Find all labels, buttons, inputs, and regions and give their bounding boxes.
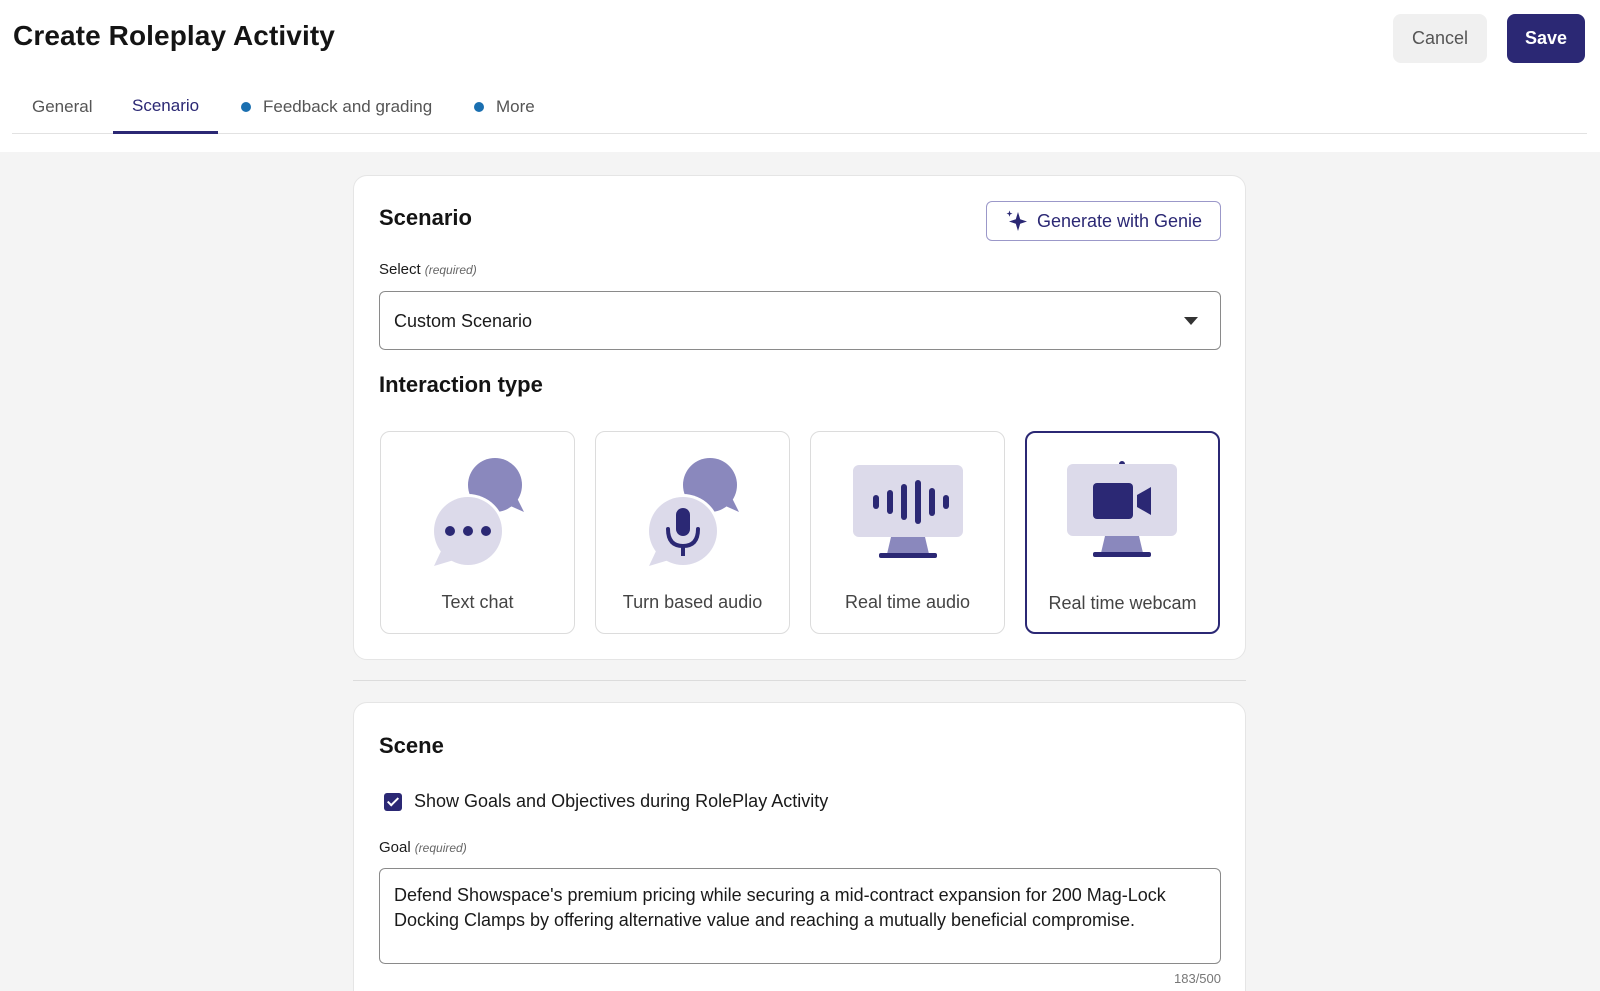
scenario-select[interactable]: Custom Scenario [379, 291, 1221, 350]
checkbox-label: Show Goals and Objectives during RolePla… [414, 791, 829, 811]
status-dot-icon [474, 102, 484, 112]
scene-heading: Scene [379, 733, 444, 758]
interaction-type-heading: Interaction type [379, 372, 543, 397]
select-label-text: Select [379, 261, 421, 278]
interaction-type-label: Real time audio [844, 592, 971, 612]
scenario-heading: Scenario [379, 205, 472, 230]
scene-card: Scene Show Goals and Objectives during R… [353, 702, 1246, 991]
chat-bubbles-icon [431, 458, 524, 566]
interaction-type-turn-based-audio[interactable]: Turn based audio [595, 431, 790, 634]
page-header: Create Roleplay Activity Cancel Save Gen… [0, 0, 1600, 152]
tab-label: More [496, 97, 535, 116]
tab-more[interactable]: More [474, 80, 535, 134]
show-goals-checkbox-row[interactable]: Show Goals and Objectives during RolePla… [384, 791, 828, 812]
genie-label: Generate with Genie [1036, 210, 1203, 231]
tab-general[interactable]: General [32, 80, 92, 134]
section-divider [353, 680, 1246, 681]
interaction-type-real-time-webcam[interactable]: Real time webcam [1025, 431, 1220, 634]
scenario-card: Scenario Generate with Genie Select (requ… [353, 175, 1246, 660]
tab-bar: General Scenario Feedback and grading Mo… [12, 80, 1587, 134]
monitor-webcam-icon [1067, 461, 1177, 557]
required-marker: (required) [424, 263, 477, 277]
tab-scenario[interactable]: Scenario [113, 80, 219, 134]
select-label: Select (required) [379, 261, 477, 278]
interaction-type-label: Real time webcam [1048, 593, 1197, 613]
goal-textarea[interactable]: Defend Showspace's premium pricing while… [379, 868, 1221, 964]
monitor-soundwave-icon [853, 465, 963, 558]
save-button[interactable]: Save [1507, 14, 1585, 63]
goal-label: Goal (required) [379, 839, 467, 856]
tab-feedback-and-grading[interactable]: Feedback and grading [241, 80, 432, 134]
goal-label-text: Goal [379, 839, 411, 856]
tab-label: Scenario [132, 95, 200, 115]
generate-with-genie-button[interactable]: Generate with Genie [986, 201, 1221, 241]
tab-label: Feedback and grading [263, 97, 433, 116]
tab-label: General [32, 97, 93, 116]
required-marker: (required) [414, 841, 467, 855]
select-value: Custom Scenario [394, 311, 533, 331]
cancel-button[interactable]: Cancel [1393, 14, 1487, 63]
interaction-type-text-chat[interactable]: Text chat [380, 431, 575, 634]
interaction-type-label: Text chat [441, 592, 514, 612]
sparkle-icon [1006, 210, 1027, 231]
status-dot-icon [241, 102, 251, 112]
character-counter: 183/500 [1174, 971, 1221, 986]
interaction-type-label: Turn based audio [622, 592, 763, 612]
interaction-type-real-time-audio[interactable]: Real time audio [810, 431, 1005, 634]
chat-microphone-icon [646, 458, 739, 566]
caret-down-icon [1184, 317, 1198, 325]
page-title: Create Roleplay Activity [13, 20, 335, 51]
show-goals-checkbox[interactable] [384, 792, 402, 811]
